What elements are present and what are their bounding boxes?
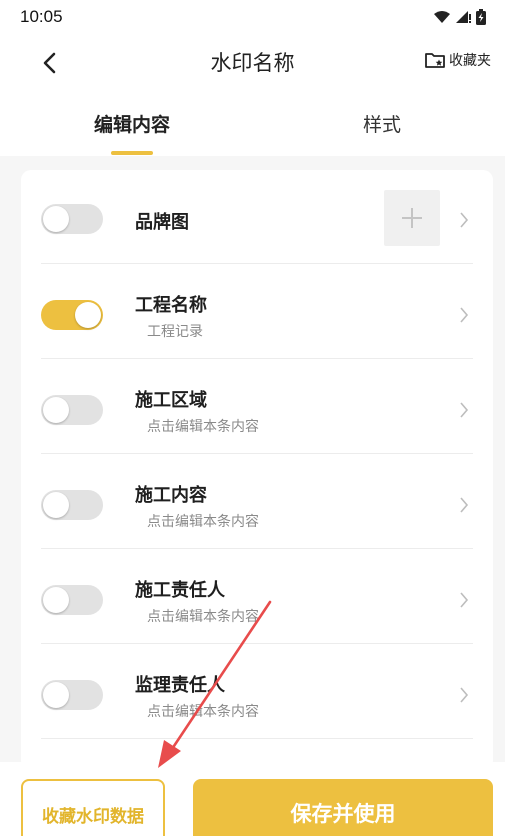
chevron-right-icon — [460, 402, 469, 418]
item-title: 工程名称 — [135, 295, 207, 316]
chevron-right-icon — [460, 497, 469, 513]
list-item-construction-area[interactable]: 施工区域 点击编辑本条内容 — [21, 360, 493, 454]
chevron-right-icon — [460, 212, 469, 228]
item-title: 施工内容 — [135, 485, 207, 506]
toggle-switch[interactable] — [41, 204, 103, 234]
list-item-supervisor-lead[interactable]: 监理责任人 点击编辑本条内容 — [21, 645, 493, 739]
signal-icon — [456, 11, 471, 23]
tab-edit-content[interactable]: 编辑内容 — [72, 110, 192, 137]
toggle-knob — [43, 492, 69, 518]
item-subtitle: 点击编辑本条内容 — [147, 419, 259, 435]
list-item-construction-content[interactable]: 施工内容 点击编辑本条内容 — [21, 455, 493, 549]
status-icons — [433, 9, 487, 25]
folder-star-icon — [425, 53, 445, 68]
list-item-brand-image[interactable]: 品牌图 — [21, 170, 493, 264]
chevron-right-icon — [460, 687, 469, 703]
divider — [41, 738, 473, 739]
tab-bar: 编辑内容 样式 — [0, 110, 505, 155]
chevron-right-icon — [460, 592, 469, 608]
tab-style[interactable]: 样式 — [322, 110, 442, 137]
toggle-switch[interactable] — [41, 680, 103, 710]
list-item-project-name[interactable]: 工程名称 工程记录 — [21, 265, 493, 359]
chevron-right-icon — [460, 307, 469, 323]
list-item-construction-lead[interactable]: 施工责任人 点击编辑本条内容 — [21, 550, 493, 644]
toggle-knob — [43, 206, 69, 232]
wifi-icon — [434, 11, 450, 23]
toggle-switch[interactable] — [41, 395, 103, 425]
divider — [41, 548, 473, 549]
toggle-knob — [43, 397, 69, 423]
field-list-card: 品牌图 工程名称 工程记录 施工区域 点击编辑本条内容 施工内容 点击编辑本条内… — [21, 170, 493, 770]
collect-watermark-data-button[interactable]: 收藏水印数据 — [21, 779, 165, 836]
status-bar: 10:05 — [0, 0, 505, 34]
item-subtitle: 工程记录 — [147, 324, 203, 340]
favorites-label: 收藏夹 — [449, 53, 491, 69]
status-time: 10:05 — [20, 7, 63, 26]
toggle-switch[interactable] — [41, 585, 103, 615]
nav-bar: 水印名称 收藏夹 — [0, 40, 505, 86]
item-title: 监理责任人 — [135, 675, 225, 696]
add-brand-image-button[interactable] — [384, 190, 440, 246]
divider — [41, 453, 473, 454]
divider — [41, 643, 473, 644]
plus-icon — [402, 208, 422, 228]
battery-icon — [476, 9, 486, 25]
item-subtitle: 点击编辑本条内容 — [147, 704, 259, 720]
item-title: 品牌图 — [135, 212, 189, 233]
favorites-button[interactable]: 收藏夹 — [424, 50, 491, 70]
item-title: 施工责任人 — [135, 580, 225, 601]
toggle-switch[interactable] — [41, 300, 103, 330]
save-and-use-button[interactable]: 保存并使用 — [193, 779, 493, 836]
item-subtitle: 点击编辑本条内容 — [147, 609, 259, 625]
item-subtitle: 点击编辑本条内容 — [147, 514, 259, 530]
active-tab-indicator — [111, 151, 153, 155]
item-title: 施工区域 — [135, 390, 207, 411]
bottom-action-bar: 收藏水印数据 保存并使用 — [0, 762, 505, 836]
divider — [41, 263, 473, 264]
divider — [41, 358, 473, 359]
toggle-switch[interactable] — [41, 490, 103, 520]
toggle-knob — [75, 302, 101, 328]
toggle-knob — [43, 587, 69, 613]
toggle-knob — [43, 682, 69, 708]
